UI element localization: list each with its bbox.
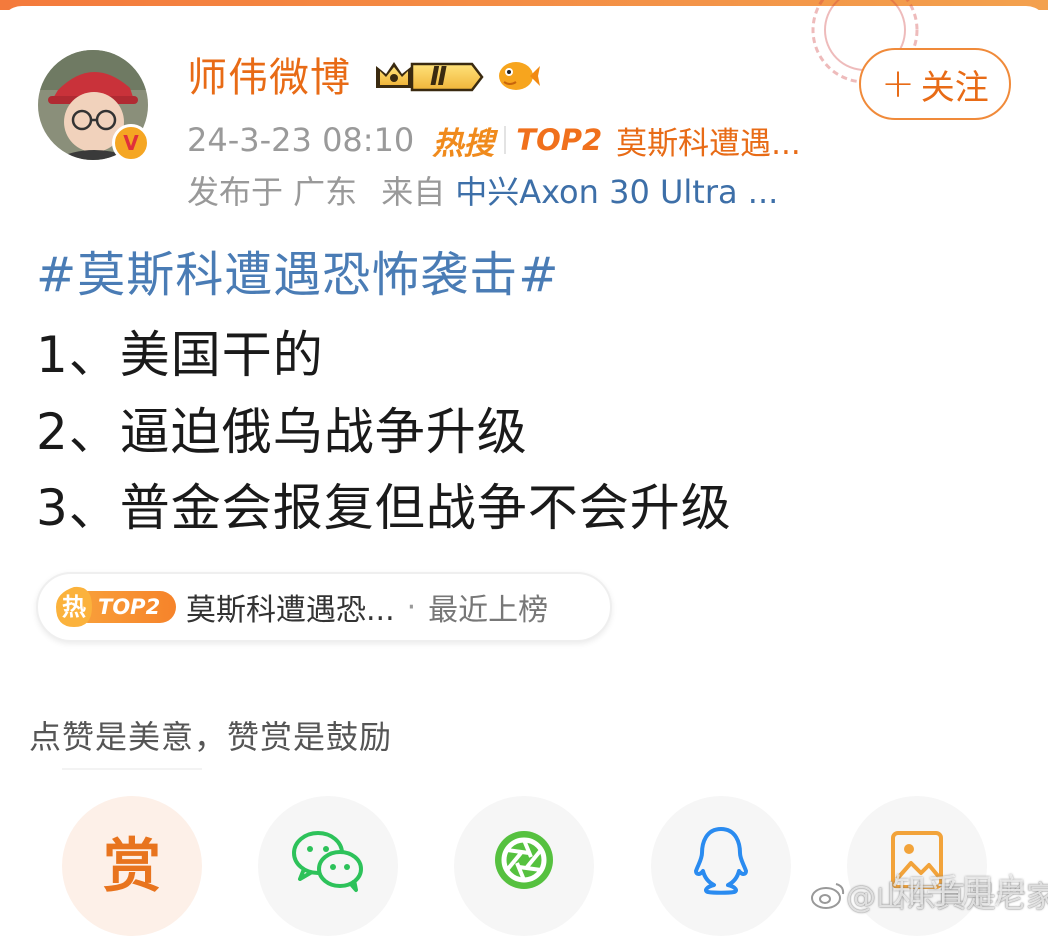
hot-pill-separator: · [406,589,417,625]
weibo-logo-icon [811,883,845,909]
username[interactable]: 师伟微博 [187,52,351,104]
source-device-link[interactable]: 中兴Axon 30 Ultra ... [455,167,778,213]
moments-icon [495,831,553,889]
post-hashtag[interactable]: #莫斯科遭遇恐怖袭击# [36,244,559,306]
post-line: 3、普金会报复但战争不会升级 [36,479,732,537]
source-prefix: 来自 [381,173,446,211]
hot-search-pill[interactable]: 热 TOP2 莫斯科遭遇恐... · 最近上榜 [36,572,612,642]
post-time: 24-3-23 08:10 [187,121,415,159]
follow-button[interactable]: + 关注 [859,48,1011,120]
share-wechat-button[interactable] [258,796,398,936]
fish-icon [499,62,540,90]
hot-top2-badge-icon: 热 TOP2 [52,585,200,629]
divider [62,768,202,770]
watermark-overlay: 知乎用户 [892,872,1028,912]
post-line: 2、逼迫俄乌战争升级 [36,403,528,461]
post-source-line: 发布于 广东 来自 中兴Axon 30 Ultra ... [187,166,778,214]
divider [504,126,507,154]
wechat-icon [292,831,363,892]
verified-badge-label: V [123,131,139,155]
plus-icon: + [881,61,915,107]
hot-rank-label[interactable]: TOP2 [516,123,602,157]
hot-icon-char: 热 [62,593,86,621]
hot-search-label[interactable]: 热搜 [432,118,494,163]
vip-level-label: Ⅱ [430,62,448,92]
hot-pill-rank: TOP2 [98,595,161,619]
hot-search-title[interactable]: 莫斯科遭遇... [616,118,801,163]
reward-button[interactable]: 赏 [62,796,202,936]
post-line: 1、美国干的 [36,326,324,384]
reward-note: 点赞是美意，赞赏是鼓励 [29,718,393,756]
qq-icon [694,827,748,895]
vip-crown-badge-icon [376,62,484,92]
verified-badge-icon: V [112,124,150,162]
hot-pill-title: 莫斯科遭遇恐... [186,593,395,628]
hot-pill-status: 最近上榜 [428,593,549,628]
share-qq-button[interactable] [651,796,791,936]
reward-icon: 赏 [102,832,161,900]
post-meta-line: 24-3-23 08:10 热搜 TOP2 莫斯科遭遇... [187,117,801,163]
follow-label: 关注 [920,67,989,108]
share-moments-button[interactable] [454,796,594,936]
post-location: 发布于 广东 [187,173,358,211]
